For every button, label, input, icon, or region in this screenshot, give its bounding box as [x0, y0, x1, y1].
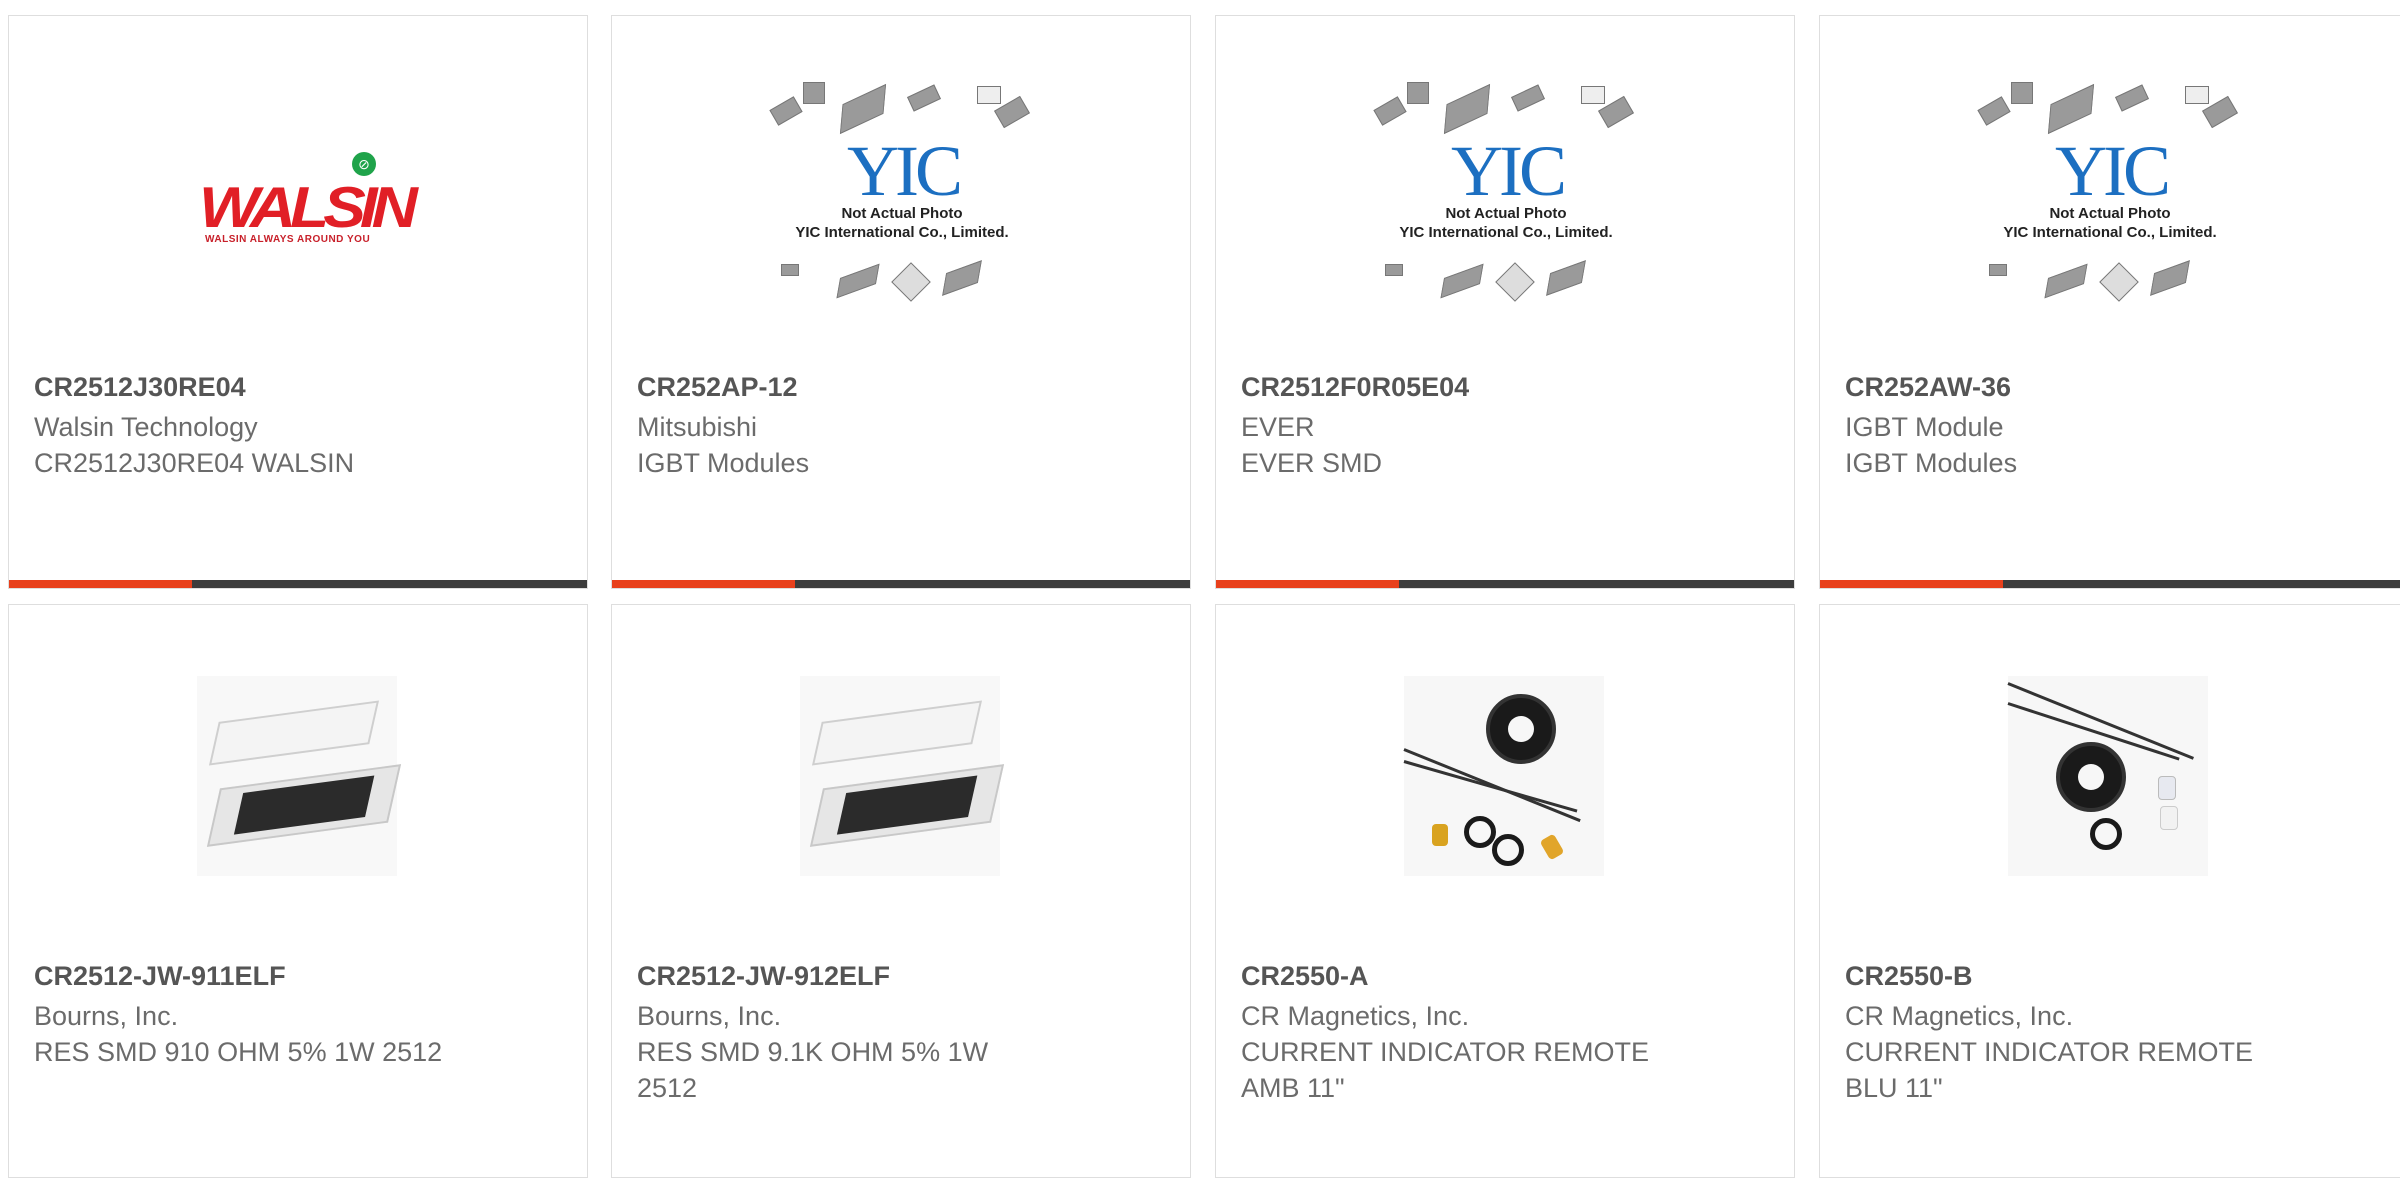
part-number-link[interactable]: CR2512-JW-912ELF	[637, 961, 890, 992]
manufacturer: Bourns, Inc.	[34, 1001, 179, 1031]
part-number-link[interactable]: CR252AW-36	[1845, 372, 2011, 403]
product-card[interactable]: CR2512-JW-911ELF Bourns, Inc. RES SMD 91…	[8, 604, 588, 1178]
description: IGBT Modules	[637, 448, 810, 478]
product-card[interactable]: YIC Not Actual Photo YIC International C…	[1215, 15, 1795, 589]
card-bottom-bar	[1820, 580, 2400, 588]
description: CURRENT INDICATOR REMOTE BLU 11"	[1845, 1037, 2254, 1103]
product-card[interactable]: WALSIN ⊘ WALSIN ALWAYS AROUND YOU CR2512…	[8, 15, 588, 589]
card-bottom-bar	[1216, 580, 1794, 588]
yic-note-line1: Not Actual Photo	[841, 205, 963, 222]
card-bar-accent	[612, 580, 795, 588]
yic-note-line2: YIC International Co., Limited.	[1399, 224, 1613, 241]
product-card[interactable]: CR2512-JW-912ELF Bourns, Inc. RES SMD 9.…	[611, 604, 1191, 1178]
card-bottom-bar	[612, 580, 1190, 588]
product-card[interactable]: CR2550-B CR Magnetics, Inc. CURRENT INDI…	[1819, 604, 2400, 1178]
manufacturer: EVER	[1241, 412, 1315, 442]
yic-placeholder-image: YIC Not Actual Photo YIC International C…	[1371, 72, 1641, 312]
walsin-logo-emblem-icon: ⊘	[352, 152, 376, 176]
current-indicator-amber-image	[1402, 675, 1604, 876]
product-card[interactable]: CR2550-A CR Magnetics, Inc. CURRENT INDI…	[1215, 604, 1795, 1178]
product-image[interactable]: YIC Not Actual Photo YIC International C…	[767, 82, 1037, 302]
yic-note-line1: Not Actual Photo	[2049, 205, 2171, 222]
yic-placeholder-image: YIC Not Actual Photo YIC International C…	[1975, 72, 2245, 312]
product-card[interactable]: YIC Not Actual Photo YIC International C…	[611, 15, 1191, 589]
part-number-link[interactable]: CR2550-A	[1241, 961, 1369, 992]
product-grid: WALSIN ⊘ WALSIN ALWAYS AROUND YOU CR2512…	[0, 0, 2400, 1178]
manufacturer: Walsin Technology	[34, 412, 258, 442]
product-image[interactable]: YIC Not Actual Photo YIC International C…	[1975, 82, 2245, 302]
part-number-link[interactable]: CR2512F0R05E04	[1241, 372, 1469, 403]
description: IGBT Modules	[1845, 448, 2018, 478]
walsin-logo: WALSIN ⊘ WALSIN ALWAYS AROUND YOU	[199, 132, 418, 252]
card-bottom-bar	[9, 580, 587, 588]
yic-logo: YIC	[1451, 131, 1567, 211]
product-image[interactable]	[194, 673, 401, 878]
manufacturer: IGBT Module	[1845, 412, 2004, 442]
product-image[interactable]	[2005, 673, 2210, 878]
card-bar-accent	[1216, 580, 1399, 588]
yic-logo: YIC	[2055, 131, 2171, 211]
yic-placeholder-image: YIC Not Actual Photo YIC International C…	[767, 72, 1037, 312]
manufacturer: CR Magnetics, Inc.	[1845, 1001, 2074, 1031]
product-image[interactable]: YIC Not Actual Photo YIC International C…	[1371, 82, 1641, 302]
yic-logo: YIC	[847, 131, 963, 211]
description: CURRENT INDICATOR REMOTE AMB 11"	[1241, 1037, 1650, 1103]
product-image[interactable]	[797, 673, 1004, 878]
smd-resistor-image	[799, 675, 1004, 876]
yic-note-line1: Not Actual Photo	[1445, 205, 1567, 222]
product-image[interactable]: WALSIN ⊘ WALSIN ALWAYS AROUND YOU	[199, 82, 418, 302]
card-bar-accent	[1820, 580, 2003, 588]
yic-note-line2: YIC International Co., Limited.	[795, 224, 1009, 241]
description: RES SMD 910 OHM 5% 1W 2512	[34, 1037, 443, 1067]
walsin-logo-tagline: WALSIN ALWAYS AROUND YOU	[205, 234, 371, 245]
current-indicator-blue-image	[2006, 675, 2208, 876]
part-number-link[interactable]: CR2512J30RE04	[34, 372, 246, 403]
part-number-link[interactable]: CR2550-B	[1845, 961, 1973, 992]
description: CR2512J30RE04 WALSIN	[34, 448, 355, 478]
product-image[interactable]	[1401, 673, 1606, 878]
card-bar-accent	[9, 580, 192, 588]
manufacturer: Bourns, Inc.	[637, 1001, 782, 1031]
product-card[interactable]: YIC Not Actual Photo YIC International C…	[1819, 15, 2400, 589]
yic-note-line2: YIC International Co., Limited.	[2003, 224, 2217, 241]
description: RES SMD 9.1K OHM 5% 1W 2512	[637, 1037, 989, 1103]
part-number-link[interactable]: CR252AP-12	[637, 372, 798, 403]
manufacturer: Mitsubishi	[637, 412, 758, 442]
part-number-link[interactable]: CR2512-JW-911ELF	[34, 961, 286, 992]
smd-resistor-image	[196, 675, 401, 876]
walsin-logo-word: WALSIN	[199, 174, 418, 240]
manufacturer: CR Magnetics, Inc.	[1241, 1001, 1470, 1031]
description: EVER SMD	[1241, 448, 1383, 478]
